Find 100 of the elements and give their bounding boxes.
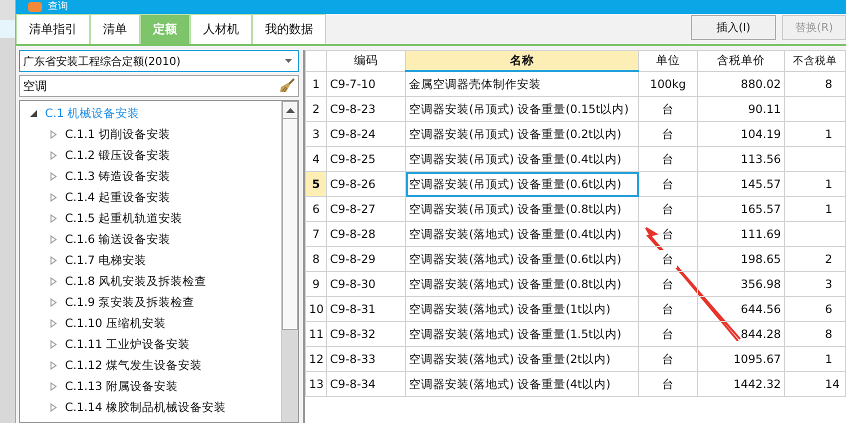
row-number: 12 bbox=[306, 346, 326, 372]
expand-triangle-icon[interactable] bbox=[50, 277, 57, 286]
table-cell: 880.02 bbox=[698, 71, 784, 96]
expand-triangle-icon[interactable] bbox=[50, 382, 57, 391]
table-cell: 空调器安装(吊顶式) 设备重量(0.6t以内) bbox=[406, 172, 638, 196]
table-cell: 台 bbox=[638, 172, 698, 196]
table-cell: C9-8-33 bbox=[326, 346, 406, 372]
table-cell: 空调器安装(吊顶式) 设备重量(0.4t以内) bbox=[406, 146, 638, 172]
row-number: 2 bbox=[306, 96, 326, 122]
table-cell: C9-8-23 bbox=[326, 96, 406, 122]
table-cell: 台 bbox=[638, 96, 698, 122]
row-number: 9 bbox=[306, 272, 326, 296]
table-cell: 104.19 bbox=[698, 122, 784, 146]
table-cell: 空调器安装(落地式) 设备重量(4t以内) bbox=[406, 372, 638, 396]
collapse-triangle-icon[interactable] bbox=[30, 110, 37, 117]
row-number: 11 bbox=[306, 322, 326, 346]
table-cell: 145.57 bbox=[698, 172, 784, 196]
tree-item[interactable]: C.1.13 附属设备安装 bbox=[65, 379, 178, 394]
expand-triangle-icon[interactable] bbox=[50, 193, 57, 202]
row-number: 8 bbox=[306, 246, 326, 272]
expand-triangle-icon[interactable] bbox=[50, 319, 57, 328]
table-cell: C9-8-34 bbox=[326, 372, 406, 396]
table-cell: 台 bbox=[638, 372, 698, 396]
table-cell: 空调器安装(吊顶式) 设备重量(0.8t以内) bbox=[406, 196, 638, 222]
table-cell: 1 bbox=[784, 196, 846, 222]
scroll-up-icon[interactable] bbox=[286, 108, 294, 112]
row-number: 7 bbox=[306, 222, 326, 246]
expand-triangle-icon[interactable] bbox=[50, 130, 57, 139]
table-cell: 1442.32 bbox=[698, 372, 784, 396]
column-header[interactable]: 单位 bbox=[638, 50, 698, 71]
row-number: 5 bbox=[306, 172, 326, 196]
tree-item[interactable]: C.1.14 橡胶制品机械设备安装 bbox=[65, 400, 226, 415]
column-header[interactable]: 名称 bbox=[406, 50, 638, 71]
expand-triangle-icon[interactable] bbox=[50, 214, 57, 223]
row-number: 3 bbox=[306, 122, 326, 146]
table-cell: 台 bbox=[638, 346, 698, 372]
tab[interactable]: 我的数据 bbox=[252, 14, 326, 44]
table-cell: 台 bbox=[638, 146, 698, 172]
table-cell: C9-8-24 bbox=[326, 122, 406, 146]
table-cell: 111.69 bbox=[698, 222, 784, 246]
table-cell: C9-8-31 bbox=[326, 296, 406, 322]
action-button[interactable]: 插入(I) bbox=[691, 15, 776, 40]
table-cell: 空调器安装(落地式) 设备重量(1.5t以内) bbox=[406, 322, 638, 346]
expand-triangle-icon[interactable] bbox=[50, 256, 57, 265]
column-header[interactable]: 不含税单 bbox=[784, 50, 846, 71]
tree-item[interactable]: C.1.2 锻压设备安装 bbox=[65, 148, 171, 163]
table-cell: C9-8-25 bbox=[326, 146, 406, 172]
expand-triangle-icon[interactable] bbox=[50, 151, 57, 160]
table-cell: 113.56 bbox=[698, 146, 784, 172]
tree-item[interactable]: C.1.4 起重设备安装 bbox=[65, 190, 171, 205]
expand-triangle-icon[interactable] bbox=[50, 235, 57, 244]
table-cell: 2 bbox=[784, 246, 846, 272]
table-cell: C9-8-26 bbox=[326, 172, 406, 196]
table-cell: 台 bbox=[638, 322, 698, 346]
expand-triangle-icon[interactable] bbox=[50, 403, 57, 412]
table-cell: 空调器安装(落地式) 设备重量(2t以内) bbox=[406, 346, 638, 372]
table-cell: 165.57 bbox=[698, 196, 784, 222]
table-cell: 90.11 bbox=[698, 96, 784, 122]
tab[interactable]: 人材机 bbox=[190, 14, 252, 44]
column-header[interactable]: 编码 bbox=[326, 50, 406, 71]
table-cell: 1 bbox=[784, 346, 846, 372]
table-cell: 空调器安装(落地式) 设备重量(1t以内) bbox=[406, 296, 638, 322]
library-dropdown[interactable]: 广东省安装工程综合定额(2010) bbox=[19, 50, 299, 72]
tree-item[interactable]: C.1.6 输送设备安装 bbox=[65, 232, 171, 247]
table-cell: 6 bbox=[784, 296, 846, 322]
tree-item[interactable]: C.1.5 起重机轨道安装 bbox=[65, 211, 183, 226]
row-number: 1 bbox=[306, 71, 326, 96]
expand-triangle-icon[interactable] bbox=[50, 340, 57, 349]
table-cell: 8 bbox=[784, 322, 846, 346]
search-field[interactable]: 空调 bbox=[19, 75, 299, 97]
column-header[interactable]: 含税单价 bbox=[698, 50, 784, 71]
tree-item[interactable]: C.1.12 煤气发生设备安装 bbox=[65, 358, 202, 373]
table-cell: 1095.67 bbox=[698, 346, 784, 372]
table-cell: 空调器安装(吊顶式) 设备重量(0.15t以内) bbox=[406, 96, 638, 122]
tab[interactable]: 清单指引 bbox=[16, 14, 90, 44]
expand-triangle-icon[interactable] bbox=[50, 361, 57, 370]
broom-icon[interactable] bbox=[279, 78, 295, 94]
scrollbar[interactable] bbox=[281, 101, 298, 422]
table-cell: 金属空调器壳体制作安装 bbox=[406, 71, 638, 96]
expand-triangle-icon[interactable] bbox=[50, 172, 57, 181]
tree-item[interactable]: C.1.11 工业炉设备安装 bbox=[65, 337, 190, 352]
tree-item[interactable]: C.1.8 风机安装及拆装检查 bbox=[65, 274, 207, 289]
expand-triangle-icon[interactable] bbox=[50, 298, 57, 307]
table-cell: C9-7-10 bbox=[326, 71, 406, 96]
tree-item[interactable]: C.1.9 泵安装及拆装检查 bbox=[65, 295, 195, 310]
row-number: 10 bbox=[306, 296, 326, 322]
tree-item[interactable]: C.1.7 电梯安装 bbox=[65, 253, 147, 268]
table-cell: 空调器安装(吊顶式) 设备重量(0.2t以内) bbox=[406, 122, 638, 146]
table-cell: 台 bbox=[638, 296, 698, 322]
tab[interactable]: 清单 bbox=[90, 14, 140, 44]
table-cell: 100kg bbox=[638, 71, 698, 96]
table-cell: 8 bbox=[784, 71, 846, 96]
table-cell: C9-8-32 bbox=[326, 322, 406, 346]
table-cell: 台 bbox=[638, 246, 698, 272]
tree-item[interactable]: C.1.3 铸造设备安装 bbox=[65, 169, 171, 184]
table-cell: 1 bbox=[784, 172, 846, 196]
tree-item[interactable]: C.1.1 切削设备安装 bbox=[65, 127, 171, 142]
tree-item[interactable]: C.1.10 压缩机安装 bbox=[65, 316, 166, 331]
table-cell: C9-8-30 bbox=[326, 272, 406, 296]
table-cell: 14 bbox=[784, 372, 846, 396]
